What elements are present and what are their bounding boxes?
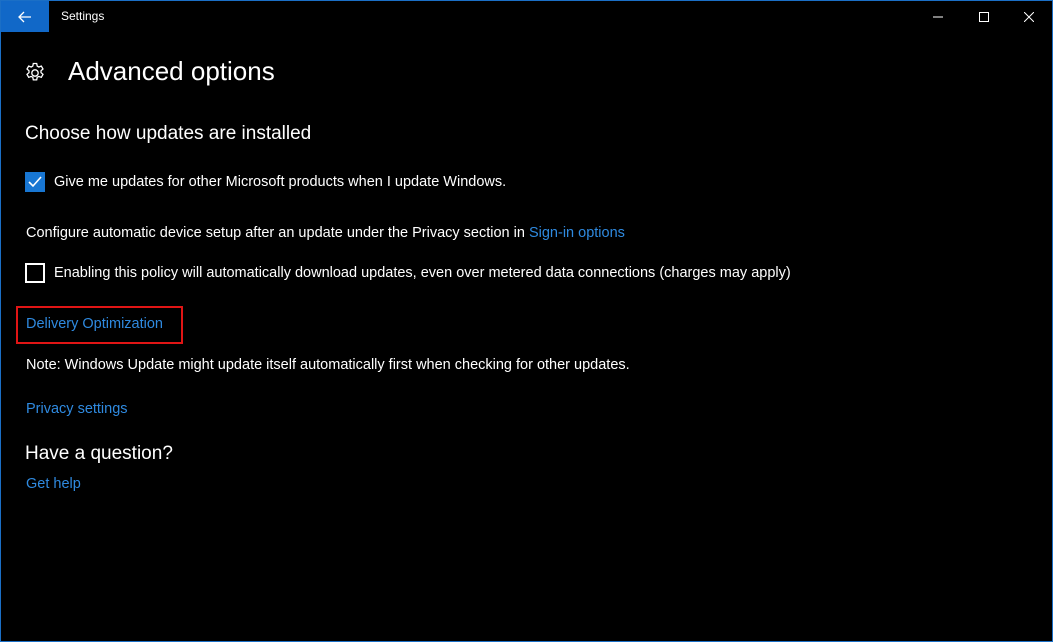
sign-in-options-link[interactable]: Sign-in options <box>529 225 625 241</box>
gear-icon <box>26 62 44 81</box>
metered-connection-label: Enabling this policy will automatically … <box>54 265 791 281</box>
microsoft-products-option[interactable]: Give me updates for other Microsoft prod… <box>25 172 506 192</box>
page-title: Advanced options <box>68 56 275 86</box>
settings-window: Settings Advanced options Choose how upd… <box>0 0 1053 642</box>
checkmark-icon <box>28 176 42 188</box>
back-button[interactable] <box>1 1 49 32</box>
delivery-optimization-link[interactable]: Delivery Optimization <box>26 316 163 332</box>
get-help-link[interactable]: Get help <box>26 476 81 492</box>
question-section-title: Have a question? <box>25 443 173 464</box>
section-title-updates: Choose how updates are installed <box>25 123 312 144</box>
close-icon <box>1024 11 1034 22</box>
back-arrow-icon <box>18 11 31 22</box>
microsoft-products-checkbox[interactable] <box>25 172 45 192</box>
metered-connection-checkbox[interactable] <box>25 263 45 283</box>
metered-connection-option[interactable]: Enabling this policy will automatically … <box>25 263 791 283</box>
minimize-button[interactable] <box>915 1 961 32</box>
update-note-text: Note: Windows Update might update itself… <box>26 357 630 373</box>
maximize-button[interactable] <box>961 1 1007 32</box>
device-setup-text: Configure automatic device setup after a… <box>26 225 625 241</box>
privacy-settings-link[interactable]: Privacy settings <box>26 401 128 417</box>
title-bar: Settings <box>1 1 1052 32</box>
window-title: Settings <box>61 9 105 23</box>
microsoft-products-label: Give me updates for other Microsoft prod… <box>54 174 507 190</box>
close-button[interactable] <box>1006 1 1052 32</box>
device-setup-description: Configure automatic device setup after a… <box>26 225 525 241</box>
maximize-icon <box>979 11 989 22</box>
minimize-icon <box>933 16 943 17</box>
